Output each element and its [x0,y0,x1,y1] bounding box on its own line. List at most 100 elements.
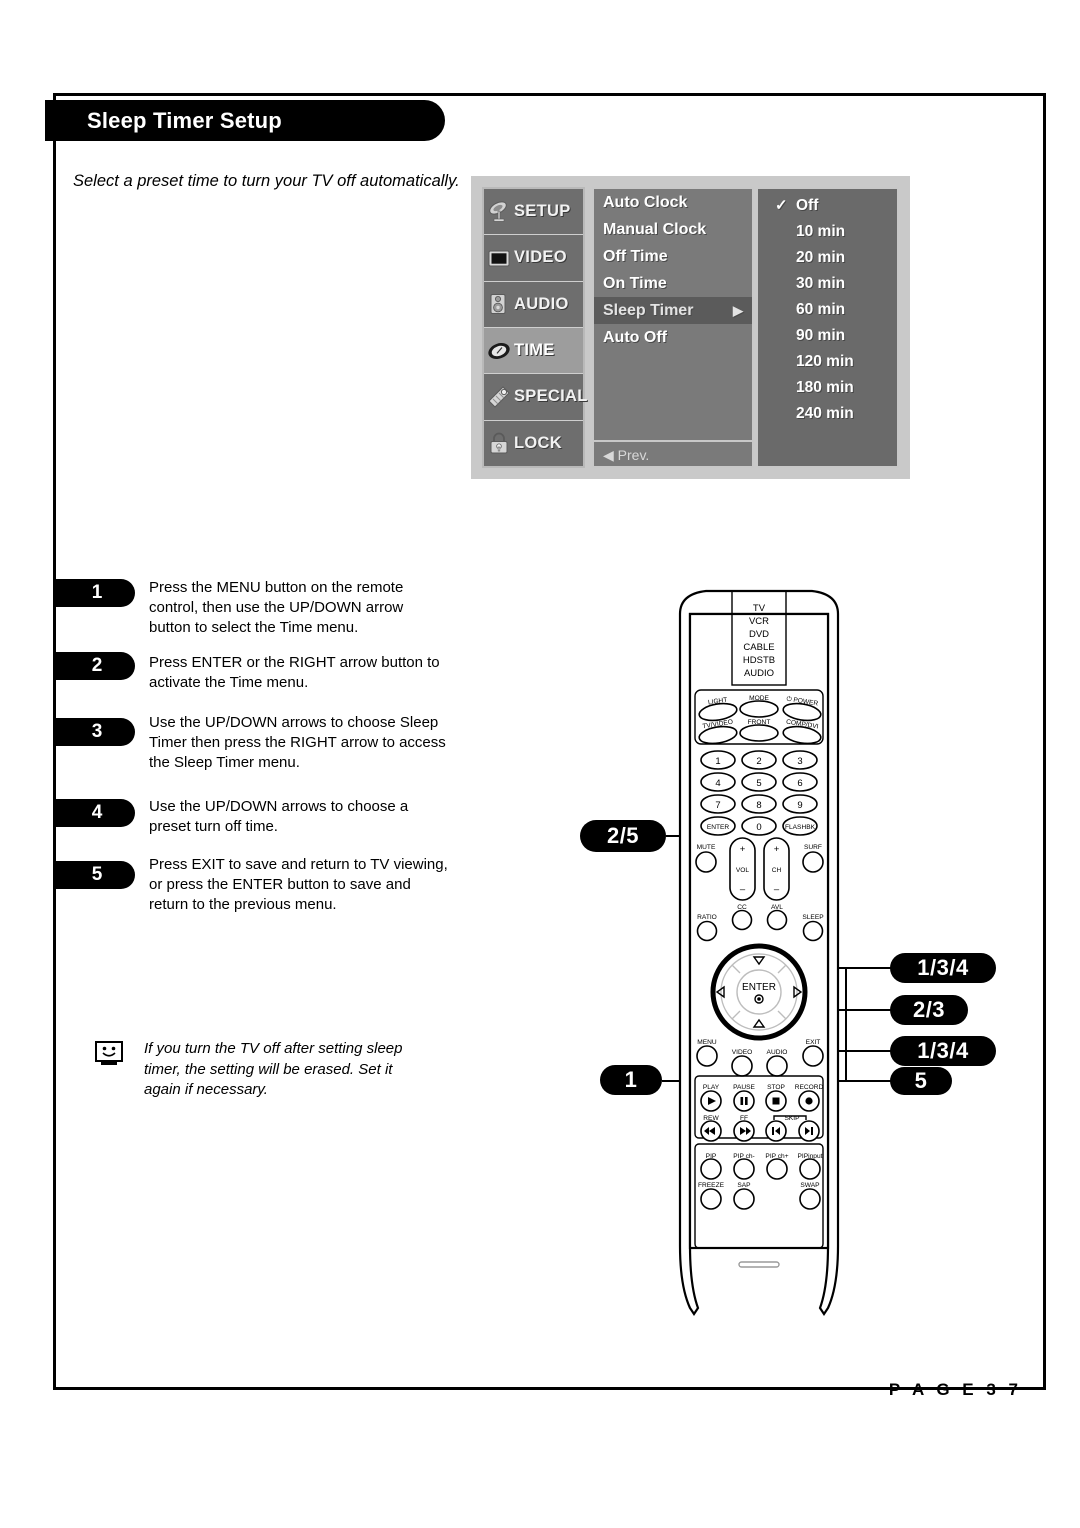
svg-text:1: 1 [715,756,720,767]
osd-option-label: Off [796,197,819,214]
svg-text:ENTER: ENTER [707,824,730,831]
step-badge-4: 4 [53,799,135,827]
svg-text:CABLE: CABLE [743,642,774,653]
osd-option-30min[interactable]: 30 min [758,271,897,297]
svg-text:EXIT: EXIT [806,1039,821,1046]
svg-text:RECORD: RECORD [795,1084,824,1091]
svg-text:MENU: MENU [697,1039,717,1046]
step-badge-2: 2 [53,652,135,680]
intro-text: Select a preset time to turn your TV off… [73,172,460,190]
svg-text:RATIO: RATIO [697,914,717,921]
callout-1-3-4-up: 1/3/4 [890,953,996,983]
osd-menu-spacer [594,351,752,440]
chevron-right-icon: ▶ [733,303,743,318]
osd-option-180min[interactable]: 180 min [758,375,897,401]
svg-text:3: 3 [797,756,802,767]
svg-text:STOP: STOP [767,1084,785,1091]
svg-text:DVD: DVD [749,629,769,640]
svg-text:5: 5 [756,778,761,789]
osd-category-label: LOCK [514,433,562,452]
svg-text:FLASHBK: FLASHBK [785,824,816,831]
osd-menu-item-sleep-timer[interactable]: Sleep Timer ▶ [594,297,752,324]
step-text-1: Press the MENU button on the remote cont… [149,579,404,636]
osd-option-240min[interactable]: 240 min [758,401,897,427]
svg-text:9: 9 [797,800,802,811]
svg-text:VOL: VOL [736,867,750,874]
svg-text:VIDEO: VIDEO [732,1049,753,1056]
callout-5: 5 [890,1067,952,1095]
svg-text:6: 6 [797,778,802,789]
step-badge-5: 5 [53,861,135,889]
svg-text:–: – [740,884,746,895]
svg-text:4: 4 [715,778,720,789]
osd-category-label: SPECIAL [514,387,588,406]
page-number: P A G E 3 7 [888,1380,1022,1399]
osd-category-special[interactable]: SPECIAL [484,374,587,421]
clock-icon [487,339,511,363]
svg-text:2: 2 [756,756,761,767]
osd-menu-item-on-time[interactable]: On Time [594,270,752,297]
osd-category-time[interactable]: TIME [484,327,583,375]
svg-text:+: + [740,844,746,855]
callout-1-3-4-down: 1/3/4 [890,1036,996,1066]
osd-option-off[interactable]: ✓ Off [758,193,897,219]
osd-menu-item-auto-clock[interactable]: Auto Clock [594,189,752,216]
svg-text:0: 0 [756,822,761,833]
svg-text:MUTE: MUTE [697,844,716,851]
osd-category-setup[interactable]: SETUP [484,189,583,236]
svg-text:VCR: VCR [749,616,769,627]
svg-text:TV: TV [753,603,766,614]
page-title: Sleep Timer Setup [87,107,282,133]
step-badge-1: 1 [53,579,135,607]
step-text-3: Use the UP/DOWN arrows to choose Sleep T… [149,714,446,771]
osd-menu-item-manual-clock[interactable]: Manual Clock [594,216,752,243]
osd-category-label: VIDEO [514,248,567,267]
osd-menu-item-auto-off[interactable]: Auto Off [594,324,752,351]
svg-text:SLEEP: SLEEP [802,914,824,921]
osd-prev-button[interactable]: ◀ Prev. [594,440,752,466]
callout-1: 1 [600,1065,662,1095]
page-title-banner: Sleep Timer Setup [45,100,445,141]
svg-text:AUDIO: AUDIO [767,1049,788,1056]
osd-option-60min[interactable]: 60 min [758,297,897,323]
svg-text:AUDIO: AUDIO [744,668,774,679]
svg-text:SWAP: SWAP [800,1182,820,1189]
osd-category-label: SETUP [514,202,571,221]
svg-text:8: 8 [756,800,761,811]
osd-category-audio[interactable]: AUDIO [484,281,583,328]
tag-icon [487,385,511,409]
osd-sleep-timer-options: ✓ Off 10 min 20 min 30 min 60 min 90 min… [758,187,899,468]
osd-option-90min[interactable]: 90 min [758,323,897,349]
svg-text:PAUSE: PAUSE [733,1084,755,1091]
step-text-2: Press ENTER or the RIGHT arrow button to… [149,654,440,691]
satellite-dish-icon [487,200,511,224]
step-text-4: Use the UP/DOWN arrows to choose a prese… [149,798,409,835]
svg-text:SAP: SAP [737,1182,751,1189]
osd-option-10min[interactable]: 10 min [758,219,897,245]
osd-option-120min[interactable]: 120 min [758,349,897,375]
check-icon: ✓ [775,197,788,214]
osd-menu-item-list: Auto Clock Manual Clock Off Time On Time… [592,187,754,468]
osd-category-label: AUDIO [514,294,569,313]
speaker-icon [487,292,511,316]
osd-category-lock[interactable]: LOCK [484,420,583,466]
osd-menu-screenshot: SETUP VIDEO AUDIO TIME SPECIAL LOCK Auto… [471,176,910,479]
monitor-icon [487,246,511,270]
svg-text:HDSTB: HDSTB [743,655,775,666]
svg-text:CH: CH [772,867,782,874]
note-text: If you turn the TV off after setting sle… [144,1040,403,1099]
osd-menu-item-off-time[interactable]: Off Time [594,243,752,270]
callout-2-5: 2/5 [580,820,666,852]
osd-menu-item-label: Sleep Timer [603,302,694,319]
callout-2-3: 2/3 [890,995,968,1025]
osd-category-video[interactable]: VIDEO [484,235,583,282]
step-badge-3: 3 [53,718,135,746]
svg-text:–: – [774,884,780,895]
svg-text:7: 7 [715,800,720,811]
osd-category-list: SETUP VIDEO AUDIO TIME SPECIAL LOCK [482,187,587,468]
svg-text:ENTER: ENTER [742,982,776,993]
osd-option-20min[interactable]: 20 min [758,245,897,271]
step-text-5: Press EXIT to save and return to TV view… [149,856,448,913]
svg-text:+: + [774,844,780,855]
osd-category-label: TIME [514,341,555,360]
